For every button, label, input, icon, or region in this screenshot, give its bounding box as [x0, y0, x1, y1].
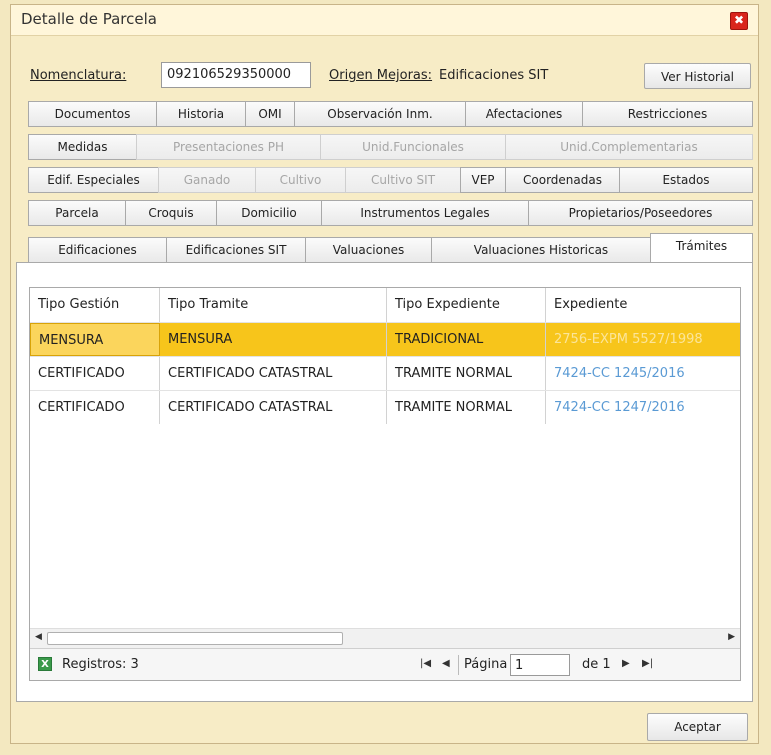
table-row[interactable]: MENSURA MENSURA TRADICIONAL 2756-EXPM 55… — [30, 322, 740, 356]
prev-page-icon[interactable]: ◀ — [442, 658, 450, 669]
scroll-left-icon[interactable]: ◀ — [35, 632, 42, 642]
next-page-icon[interactable]: ▶ — [622, 658, 630, 669]
table-cell: TRAMITE NORMAL — [387, 391, 546, 424]
expediente-link[interactable]: 7424-CC 1247/2016 — [546, 391, 740, 424]
horizontal-scrollbar[interactable]: ◀ ▶ — [30, 628, 740, 648]
tramites-grid: Tipo Gestión Tipo Tramite Tipo Expedient… — [29, 287, 741, 681]
title-bar: Detalle de Parcela ✖ — [11, 5, 758, 36]
pagina-label: Página — [464, 657, 508, 672]
table-cell: CERTIFICADO CATASTRAL — [160, 357, 387, 390]
table-cell: CERTIFICADO — [30, 357, 160, 390]
tab-vep[interactable]: VEP — [460, 167, 506, 193]
scrollbar-thumb[interactable] — [47, 632, 343, 645]
expediente-link[interactable]: 7424-CC 1245/2016 — [546, 357, 740, 390]
pager-divider — [458, 655, 459, 675]
tab-restricciones[interactable]: Restricciones — [582, 101, 753, 127]
tab-unid-funcionales: Unid.Funcionales — [320, 134, 506, 160]
table-row[interactable]: CERTIFICADO CERTIFICADO CATASTRAL TRAMIT… — [30, 356, 740, 390]
tab-observacion-inm[interactable]: Observación Inm. — [294, 101, 466, 127]
tab-cultivo-sit: Cultivo SIT — [345, 167, 461, 193]
first-page-icon[interactable]: |◀ — [420, 658, 431, 669]
tab-unid-complementarias: Unid.Complementarias — [505, 134, 753, 160]
tab-medidas[interactable]: Medidas — [28, 134, 137, 160]
tab-croquis[interactable]: Croquis — [125, 200, 217, 226]
tab-omi[interactable]: OMI — [245, 101, 295, 127]
registros-count: Registros: 3 — [62, 657, 139, 672]
grid-pager: X Registros: 3 |◀ ◀ Página 1 de 1 ▶ ▶| — [30, 648, 740, 680]
tab-tramites[interactable]: Trámites — [650, 233, 753, 263]
aceptar-button[interactable]: Aceptar — [647, 713, 748, 741]
table-row[interactable]: CERTIFICADO CERTIFICADO CATASTRAL TRAMIT… — [30, 390, 740, 424]
detalle-parcela-dialog: Detalle de Parcela ✖ Nomenclatura: 09210… — [10, 4, 759, 744]
column-header-tipo-tramite[interactable]: Tipo Tramite — [160, 288, 387, 322]
origen-mejoras-value: Edificaciones SIT — [439, 68, 549, 83]
tab-valuaciones-historicas[interactable]: Valuaciones Historicas — [431, 237, 651, 263]
origen-mejoras-label: Origen Mejoras: — [329, 68, 433, 83]
tab-valuaciones[interactable]: Valuaciones — [305, 237, 432, 263]
table-cell: MENSURA — [160, 323, 387, 356]
table-cell: CERTIFICADO CATASTRAL — [160, 391, 387, 424]
scroll-right-icon[interactable]: ▶ — [728, 632, 735, 642]
tab-propietarios-poseedores[interactable]: Propietarios/Poseedores — [528, 200, 753, 226]
tab-documentos[interactable]: Documentos — [28, 101, 157, 127]
nomenclatura-field: 092106529350000 — [161, 62, 311, 88]
tab-coordenadas[interactable]: Coordenadas — [505, 167, 620, 193]
nomenclatura-label: Nomenclatura: — [30, 68, 127, 83]
ver-historial-button[interactable]: Ver Historial — [644, 63, 751, 89]
tab-ganado: Ganado — [158, 167, 256, 193]
tab-edificaciones-sit[interactable]: Edificaciones SIT — [166, 237, 306, 263]
column-header-expediente[interactable]: Expediente — [546, 288, 740, 322]
tab-edificaciones[interactable]: Edificaciones — [28, 237, 167, 263]
column-header-tipo-expediente[interactable]: Tipo Expediente — [387, 288, 546, 322]
table-cell: TRAMITE NORMAL — [387, 357, 546, 390]
tramites-panel: Tipo Gestión Tipo Tramite Tipo Expedient… — [16, 262, 753, 702]
tab-instrumentos-legales[interactable]: Instrumentos Legales — [321, 200, 529, 226]
table-cell: CERTIFICADO — [30, 391, 160, 424]
page-number-input[interactable]: 1 — [510, 654, 570, 676]
tab-afectaciones[interactable]: Afectaciones — [465, 101, 583, 127]
excel-export-icon[interactable]: X — [38, 657, 52, 671]
tab-edif-especiales[interactable]: Edif. Especiales — [28, 167, 159, 193]
expediente-link[interactable]: 2756-EXPM 5527/1998 — [546, 323, 740, 356]
tab-parcela[interactable]: Parcela — [28, 200, 126, 226]
last-page-icon[interactable]: ▶| — [642, 658, 653, 669]
table-cell: TRADICIONAL — [387, 323, 546, 356]
tab-estados[interactable]: Estados — [619, 167, 753, 193]
tab-presentaciones-ph: Presentaciones PH — [136, 134, 321, 160]
tab-cultivo: Cultivo — [255, 167, 346, 193]
tab-domicilio[interactable]: Domicilio — [216, 200, 322, 226]
table-cell: MENSURA — [30, 323, 160, 356]
close-icon[interactable]: ✖ — [730, 12, 748, 30]
dialog-title: Detalle de Parcela — [21, 10, 157, 28]
column-header-tipo-gestion[interactable]: Tipo Gestión — [30, 288, 160, 322]
page-count-label: de 1 — [582, 657, 611, 672]
tab-historia[interactable]: Historia — [156, 101, 246, 127]
